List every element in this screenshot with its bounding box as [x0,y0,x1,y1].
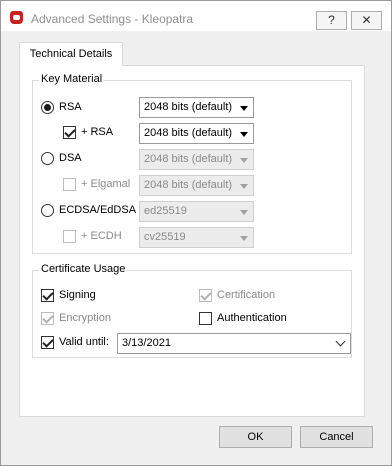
certificate-usage-title: Certificate Usage [39,263,128,275]
dropdown-arrow-icon [240,236,248,241]
valid-until-date-value: 3/13/2021 [122,337,171,349]
valid-until-date-picker[interactable]: 3/13/2021 [117,333,351,354]
rsa-keysize-select[interactable]: 2048 bits (default) [139,97,254,118]
ecdsa-label: ECDSA/EdDSA [59,204,137,216]
dsa-keysize-select[interactable]: 2048 bits (default) [139,149,254,170]
chevron-down-icon[interactable] [335,336,346,347]
dropdown-arrow-icon [240,132,248,137]
help-button[interactable]: ? [316,11,347,30]
key-material-title: Key Material [39,73,105,85]
dsa-keysize-value: 2048 bits (default) [144,153,233,165]
ecdh-label: + ECDH [81,230,122,242]
window-title: Advanced Settings - Kleopatra [31,12,194,26]
title-bar: Advanced Settings - Kleopatra ? ✕ [1,1,391,31]
certificate-usage-group: Certificate Usage Signing Certification … [32,263,352,358]
rsa-subkey-keysize-select[interactable]: 2048 bits (default) [139,123,254,144]
dropdown-arrow-icon [240,106,248,111]
certification-label: Certification [217,289,276,301]
dropdown-arrow-icon [240,210,248,215]
close-button[interactable]: ✕ [351,11,382,30]
cancel-button[interactable]: Cancel [300,426,373,448]
rsa-radio[interactable] [41,101,54,114]
signing-checkbox[interactable] [41,289,54,302]
rsa-label: RSA [59,101,82,113]
elgamal-keysize-select[interactable]: 2048 bits (default) [139,175,254,196]
rsa-subkey-label: + RSA [81,126,114,138]
valid-until-checkbox[interactable] [41,336,54,349]
authentication-checkbox[interactable] [199,312,212,325]
ecdh-curve-select[interactable]: cv25519 [139,227,254,248]
ecdsa-radio[interactable] [41,204,54,217]
dropdown-arrow-icon [240,158,248,163]
rsa-subkey-checkbox[interactable] [63,126,76,139]
elgamal-label: + Elgamal [81,178,131,190]
valid-until-label: Valid until: [59,336,109,348]
ecdh-checkbox[interactable] [63,230,76,243]
dialog-window: Advanced Settings - Kleopatra ? ✕ Techni… [0,0,392,466]
encryption-checkbox[interactable] [41,312,54,325]
ecdh-curve-value: cv25519 [144,231,186,243]
tab-technical-details[interactable]: Technical Details [19,42,123,66]
rsa-keysize-value: 2048 bits (default) [144,101,233,113]
rsa-subkey-keysize-value: 2048 bits (default) [144,127,233,139]
certification-checkbox[interactable] [199,289,212,302]
ecdsa-curve-value: ed25519 [144,205,187,217]
dsa-radio[interactable] [41,152,54,165]
dropdown-arrow-icon [240,184,248,189]
kleopatra-app-icon [10,11,23,24]
key-material-group: Key Material RSA 2048 bits (default) + R… [32,73,352,254]
elgamal-keysize-value: 2048 bits (default) [144,179,233,191]
elgamal-checkbox[interactable] [63,178,76,191]
technical-details-panel: Key Material RSA 2048 bits (default) + R… [19,65,365,417]
dsa-label: DSA [59,152,82,164]
signing-label: Signing [59,289,96,301]
encryption-label: Encryption [59,312,111,324]
ecdsa-curve-select[interactable]: ed25519 [139,201,254,222]
ok-button[interactable]: OK [219,426,292,448]
authentication-label: Authentication [217,312,287,324]
